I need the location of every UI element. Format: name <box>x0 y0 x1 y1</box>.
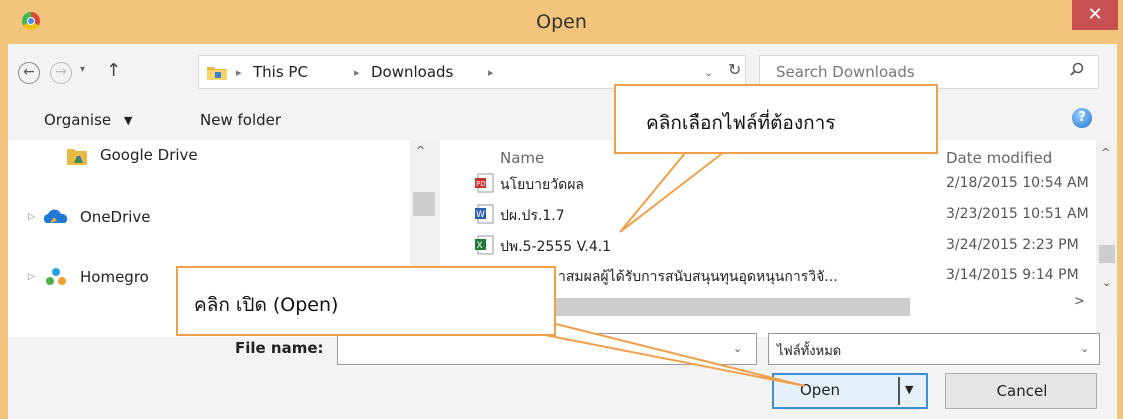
callout-select-file-text: คลิกเลือกไฟล์ที่ต้องการ <box>646 112 836 134</box>
callout-pointers <box>539 151 806 387</box>
callout-click-open: คลิก เปิด (Open) <box>176 266 556 336</box>
callout-select-file: คลิกเลือกไฟล์ที่ต้องการ <box>614 84 938 154</box>
callout-click-open-text: คลิก เปิด (Open) <box>194 294 339 316</box>
